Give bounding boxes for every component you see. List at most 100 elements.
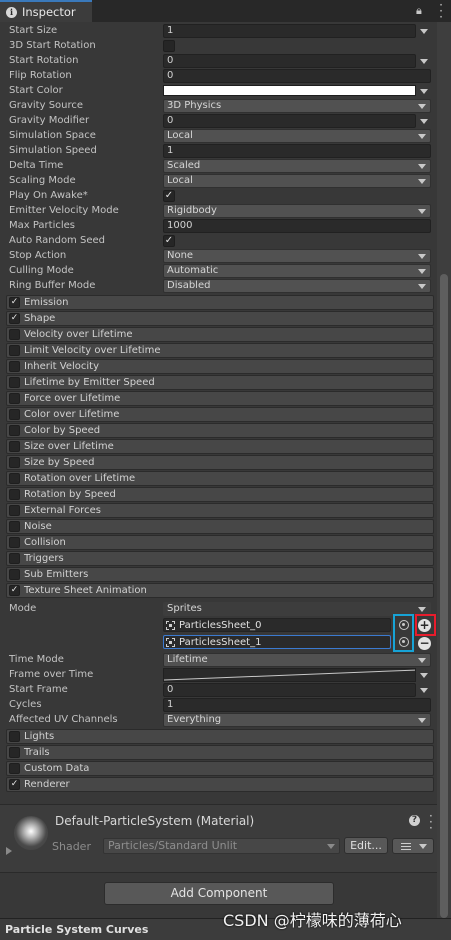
tab-inspector[interactable]: i Inspector <box>0 0 92 22</box>
module-header[interactable]: Force over Lifetime <box>6 391 434 406</box>
property-dropdown[interactable]: None <box>163 249 431 263</box>
module-checkbox[interactable] <box>9 505 20 516</box>
module-header[interactable]: Size over Lifetime <box>6 439 434 454</box>
curve-field[interactable] <box>163 668 416 682</box>
module-checkbox[interactable]: ✓ <box>9 297 20 308</box>
module-checkbox[interactable] <box>9 457 20 468</box>
module-header[interactable]: Trails <box>6 745 434 760</box>
module-checkbox[interactable] <box>9 393 20 404</box>
module-header[interactable]: Collision <box>6 535 434 550</box>
module-checkbox[interactable] <box>9 553 20 564</box>
module-checkbox[interactable] <box>9 441 20 452</box>
module-checkbox[interactable] <box>9 489 20 500</box>
module-checkbox[interactable] <box>9 329 20 340</box>
list-icon <box>401 843 411 850</box>
remove-sprite-button[interactable]: − <box>418 637 431 650</box>
shader-dropdown[interactable]: Particles/Standard Unlit <box>103 838 340 854</box>
property-dropdown[interactable]: Everything <box>163 713 431 727</box>
lock-icon[interactable]: 🔒︎ <box>416 4 422 18</box>
module-checkbox[interactable] <box>9 409 20 420</box>
property-row: Start Size 1 <box>0 24 437 39</box>
module-header[interactable]: Color by Speed <box>6 423 434 438</box>
chevron-down-icon[interactable] <box>420 119 428 124</box>
module-label: Color over Lifetime <box>24 409 120 420</box>
property-field[interactable]: 0 <box>163 69 431 83</box>
property-field[interactable]: 0 <box>163 683 416 697</box>
module-header[interactable]: Lifetime by Emitter Speed <box>6 375 434 390</box>
help-icon[interactable]: ? <box>409 815 420 826</box>
module-header[interactable]: Color over Lifetime <box>6 407 434 422</box>
module-header[interactable]: ✓ Renderer <box>6 777 434 792</box>
module-checkbox[interactable]: ✓ <box>9 585 20 596</box>
property-dropdown[interactable]: Automatic <box>163 264 431 278</box>
property-dropdown[interactable]: Rigidbody <box>163 204 431 218</box>
module-checkbox[interactable] <box>9 377 20 388</box>
module-checkbox[interactable] <box>9 569 20 580</box>
property-field[interactable]: 1000 <box>163 219 431 233</box>
module-header[interactable]: Triggers <box>6 551 434 566</box>
property-dropdown[interactable]: Disabled <box>163 279 431 293</box>
property-dropdown[interactable]: 3D Physics <box>163 99 431 113</box>
module-header[interactable]: ✓ Emission <box>6 295 434 310</box>
edit-shader-button[interactable]: Edit... <box>344 837 388 854</box>
module-checkbox[interactable] <box>9 361 20 372</box>
module-header[interactable]: Noise <box>6 519 434 534</box>
dropdown-value: Everything <box>167 714 222 725</box>
property-checkbox[interactable]: ✓ <box>163 190 175 202</box>
info-icon: i <box>6 6 17 18</box>
foldout-arrow-icon[interactable] <box>6 847 12 855</box>
property-dropdown[interactable]: Local <box>163 174 431 188</box>
chevron-down-icon[interactable] <box>420 29 428 34</box>
sprite-slot-1[interactable]: ParticlesSheet_1 <box>163 635 391 649</box>
sprite-slot-0[interactable]: ParticlesSheet_0 <box>163 618 391 632</box>
material-preview[interactable] <box>14 816 48 850</box>
module-header[interactable]: External Forces <box>6 503 434 518</box>
module-header[interactable]: Lights <box>6 729 434 744</box>
chevron-down-icon[interactable] <box>420 673 428 678</box>
add-component-button[interactable]: Add Component <box>104 882 334 905</box>
module-checkbox[interactable] <box>9 521 20 532</box>
property-field[interactable]: 1 <box>163 698 431 712</box>
module-checkbox[interactable] <box>9 537 20 548</box>
property-field[interactable]: 0 <box>163 114 416 128</box>
module-checkbox[interactable] <box>9 345 20 356</box>
module-checkbox[interactable] <box>9 747 20 758</box>
color-swatch[interactable] <box>163 85 416 96</box>
chevron-down-icon[interactable] <box>420 59 428 64</box>
scrollbar-thumb[interactable] <box>440 274 448 918</box>
chevron-down-icon[interactable] <box>420 688 428 693</box>
module-checkbox[interactable] <box>9 473 20 484</box>
property-dropdown[interactable]: Lifetime <box>163 653 431 667</box>
shader-options-button[interactable] <box>392 838 434 854</box>
module-header[interactable]: Velocity over Lifetime <box>6 327 434 342</box>
module-checkbox[interactable]: ✓ <box>9 779 20 790</box>
chevron-down-icon[interactable] <box>420 89 428 94</box>
module-header[interactable]: Rotation by Speed <box>6 487 434 502</box>
module-header[interactable]: Size by Speed <box>6 455 434 470</box>
module-checkbox[interactable]: ✓ <box>9 313 20 324</box>
property-dropdown[interactable]: Scaled <box>163 159 431 173</box>
kebab-menu-icon[interactable]: · · · <box>437 0 445 23</box>
module-header[interactable]: Inherit Velocity <box>6 359 434 374</box>
module-checkbox[interactable] <box>9 425 20 436</box>
property-checkbox[interactable] <box>163 40 175 52</box>
module-label: Color by Speed <box>24 425 101 436</box>
property-checkbox[interactable]: ✓ <box>163 235 175 247</box>
tsa-mode-dropdown[interactable]: Sprites <box>163 602 431 616</box>
property-field[interactable]: 1 <box>163 144 431 158</box>
property-field[interactable]: 0 <box>163 54 416 68</box>
module-checkbox[interactable] <box>9 731 20 742</box>
property-dropdown[interactable]: Local <box>163 129 431 143</box>
add-sprite-button[interactable]: + <box>418 619 431 632</box>
property-field[interactable]: 1 <box>163 24 416 38</box>
sprite-icon <box>166 638 175 647</box>
module-checkbox[interactable] <box>9 763 20 774</box>
module-header[interactable]: ✓ Shape <box>6 311 434 326</box>
module-header[interactable]: Rotation over Lifetime <box>6 471 434 486</box>
module-header[interactable]: Sub Emitters <box>6 567 434 582</box>
module-header[interactable]: Limit Velocity over Lifetime <box>6 343 434 358</box>
module-header[interactable]: ✓ Texture Sheet Animation <box>6 583 434 598</box>
sprite-name-0: ParticlesSheet_0 <box>179 620 262 631</box>
module-header[interactable]: Custom Data <box>6 761 434 776</box>
kebab-menu-icon[interactable]: · · · <box>429 810 433 834</box>
